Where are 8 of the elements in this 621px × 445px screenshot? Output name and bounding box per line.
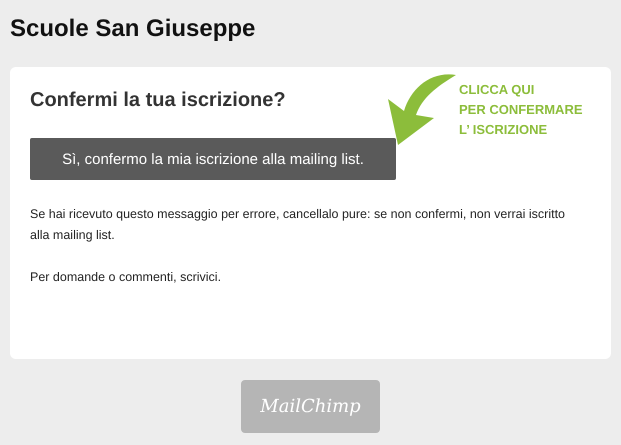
message-paragraph: Per domande o commenti, scrivici. (30, 269, 222, 286)
message-paragraph: Se hai ricevuto questo messaggio per errore, cancellalo pure: se non confermi, non verrai iscritto alla mailing list. (30, 206, 566, 244)
annotation-text: PER CONFERMARE (459, 101, 583, 119)
annotation-text: L’ ISCRIZIONE (459, 121, 548, 139)
confirm-button[interactable]: Sì, confermo la mia iscrizione alla mailing list. (30, 138, 396, 180)
annotation-text: CLICCA QUI (459, 81, 534, 99)
site-title: Scuole San Giuseppe (10, 14, 256, 44)
card-heading: Confermi la tua iscrizione? (30, 88, 286, 113)
